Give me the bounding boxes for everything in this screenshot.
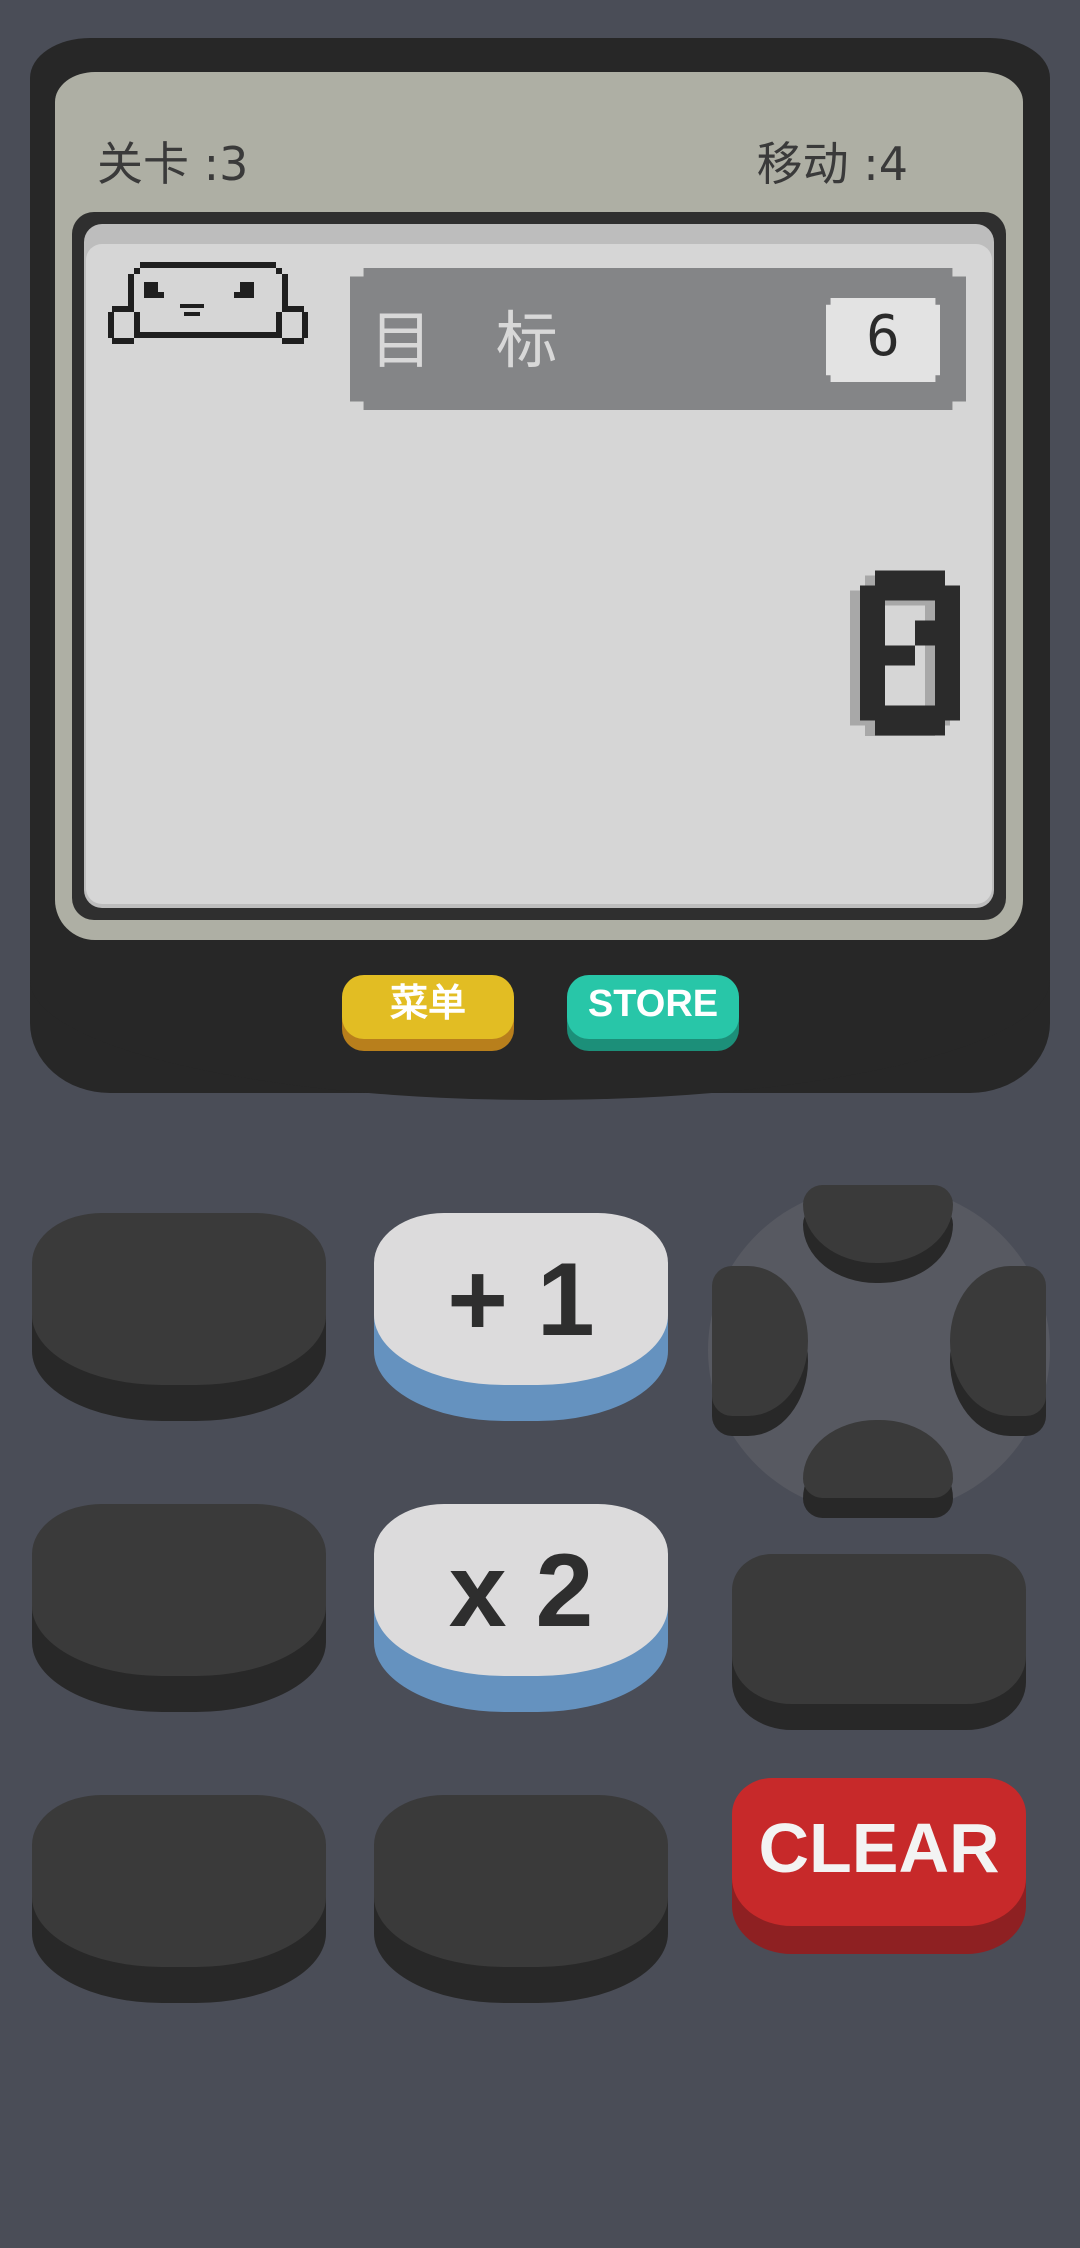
- clear-label: CLEAR: [758, 1809, 1000, 1887]
- clear-button[interactable]: CLEAR: [732, 1778, 1026, 1926]
- blank-key-4[interactable]: [32, 1795, 326, 1967]
- store-button[interactable]: STORE: [567, 975, 739, 1039]
- blank-key-5[interactable]: [374, 1795, 668, 1967]
- blank-key-1[interactable]: [32, 1213, 326, 1385]
- times-two-label: x 2: [448, 1533, 594, 1649]
- times-two-button[interactable]: x 2: [374, 1504, 668, 1676]
- moves-indicator: 移动 :4: [756, 137, 908, 191]
- current-value-digit: [850, 570, 960, 736]
- goal-value: 6: [866, 304, 900, 369]
- plus-one-button[interactable]: + 1: [374, 1213, 668, 1385]
- calculator-face-icon: [108, 262, 308, 344]
- plus-one-label: + 1: [447, 1242, 595, 1358]
- goal-label: 目 标: [370, 304, 580, 377]
- blank-key-3[interactable]: [732, 1554, 1026, 1704]
- menu-button[interactable]: 菜单: [342, 975, 514, 1039]
- blank-key-2[interactable]: [32, 1504, 326, 1676]
- level-indicator: 关卡 :3: [97, 137, 249, 191]
